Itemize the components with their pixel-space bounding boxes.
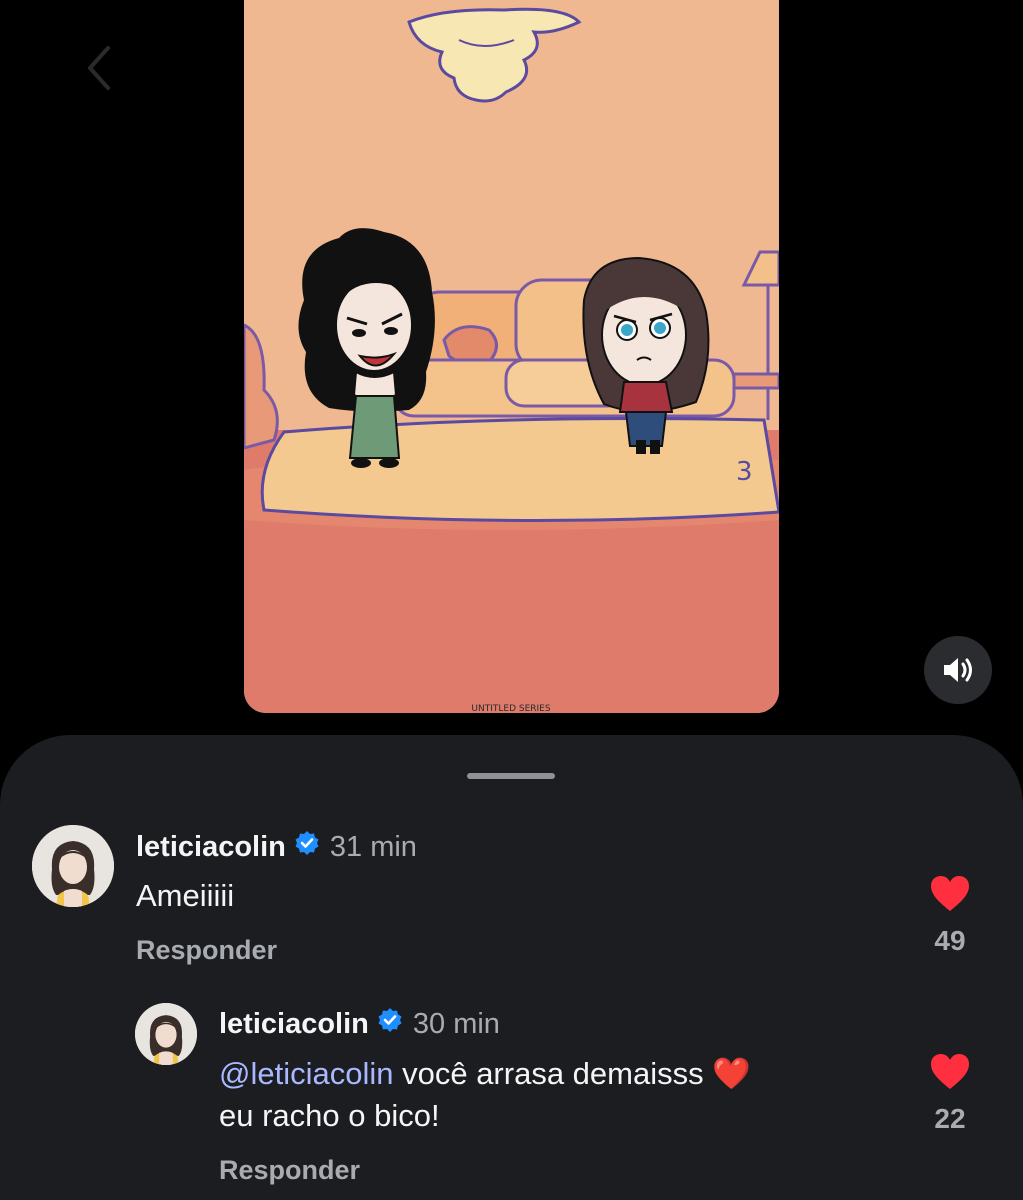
comment-time: 30 min <box>412 1007 500 1040</box>
sound-toggle-button[interactable] <box>924 636 992 704</box>
avatar[interactable] <box>135 1003 197 1065</box>
back-button[interactable] <box>78 42 122 94</box>
reply-button[interactable]: Responder <box>219 1155 360 1186</box>
comment-text-line-1: você arrasa demaisss ❤️ <box>393 1056 751 1091</box>
like-count: 22 <box>934 1103 966 1134</box>
cartoon-video-frame: 3 UNTITLED SERIES <box>244 0 779 713</box>
comment-time: 31 min <box>329 830 417 863</box>
comment-text: @leticiacolin você arrasa demaisss ❤️ eu… <box>219 1053 879 1137</box>
like-control: 22 <box>924 1053 976 1135</box>
comment-text-line-2: eu racho o bico! <box>219 1098 440 1133</box>
comments-sheet: leticiacolin 31 min Ameiiiii Responder 4… <box>0 735 1023 1200</box>
reply-comment-item: leticiacolin 30 min @leticiacolin você a… <box>0 995 1023 1200</box>
video-player[interactable]: 3 UNTITLED SERIES <box>244 0 779 713</box>
reels-screen: 3 UNTITLED SERIES leticiacolin 31 min Am… <box>0 0 1023 1200</box>
comment-item: leticiacolin 31 min Ameiiiii Responder 4… <box>0 735 1023 995</box>
comment-username[interactable]: leticiacolin <box>136 831 286 864</box>
comment-username[interactable]: leticiacolin <box>219 1008 369 1041</box>
like-control: 49 <box>924 875 976 957</box>
heart-icon[interactable] <box>929 1053 971 1091</box>
avatar[interactable] <box>32 825 114 907</box>
reply-button[interactable]: Responder <box>136 935 277 966</box>
svg-text:3: 3 <box>736 457 753 487</box>
video-caption-strip: UNTITLED SERIES <box>471 704 550 713</box>
mention-link[interactable]: @leticiacolin <box>219 1056 393 1091</box>
verified-badge-icon <box>377 1007 403 1041</box>
heart-icon[interactable] <box>929 875 971 913</box>
verified-badge-icon <box>294 830 320 864</box>
speaker-icon <box>944 658 972 682</box>
comment-text: Ameiiiii <box>136 878 235 913</box>
like-count: 49 <box>934 925 966 956</box>
chevron-left-icon <box>88 46 110 90</box>
